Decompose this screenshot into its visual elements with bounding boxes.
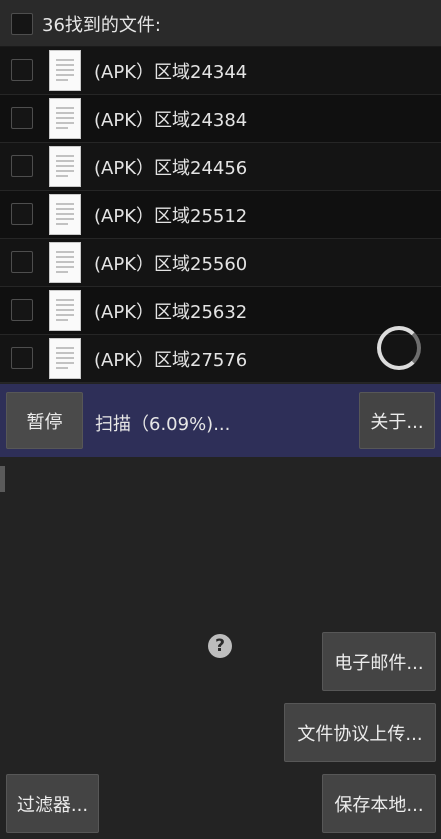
document-icon — [49, 194, 81, 235]
file-checkbox[interactable] — [11, 299, 33, 321]
file-name: (APK）区域25632 — [94, 302, 248, 323]
document-icon — [49, 290, 81, 331]
file-row[interactable]: (APK）区域24344 — [0, 47, 441, 95]
save-local-button[interactable]: 保存本地... — [322, 774, 436, 833]
file-checkbox[interactable] — [11, 251, 33, 273]
file-name: (APK）区域27576 — [94, 350, 248, 371]
file-list: (APK）区域24344 (APK）区域24384 (APK）区域24456 (… — [0, 47, 441, 383]
file-name: (APK）区域24456 — [94, 158, 248, 179]
results-count-title: 36找到的文件: — [42, 15, 161, 36]
document-icon — [49, 98, 81, 139]
scan-progress-text: 扫描（6.09%)... — [95, 414, 231, 435]
file-name: (APK）区域24344 — [94, 62, 248, 83]
results-header: 36找到的文件: — [0, 0, 441, 47]
file-checkbox[interactable] — [11, 203, 33, 225]
file-checkbox[interactable] — [11, 107, 33, 129]
file-row[interactable]: (APK）区域24384 — [0, 95, 441, 143]
ftp-upload-button[interactable]: 文件协议上传... — [284, 703, 436, 762]
document-icon — [49, 338, 81, 379]
filter-button[interactable]: 过滤器... — [6, 774, 99, 833]
file-name: (APK）区域24384 — [94, 110, 248, 131]
email-button[interactable]: 电子邮件... — [322, 632, 436, 691]
file-name: (APK）区域25560 — [94, 254, 248, 275]
file-name: (APK）区域25512 — [94, 206, 248, 227]
file-row[interactable]: (APK）区域27576 — [0, 335, 441, 383]
document-icon — [49, 242, 81, 283]
about-button[interactable]: 关于... — [359, 392, 435, 449]
file-row[interactable]: (APK）区域24456 — [0, 143, 441, 191]
loading-spinner-icon — [377, 326, 421, 370]
file-checkbox[interactable] — [11, 347, 33, 369]
file-row[interactable]: (APK）区域25560 — [0, 239, 441, 287]
file-checkbox[interactable] — [11, 59, 33, 81]
document-icon — [49, 146, 81, 187]
file-checkbox[interactable] — [11, 155, 33, 177]
scroll-handle[interactable] — [0, 466, 5, 492]
pause-button[interactable]: 暂停 — [6, 392, 83, 449]
file-row[interactable]: (APK）区域25632 — [0, 287, 441, 335]
file-row[interactable]: (APK）区域25512 — [0, 191, 441, 239]
help-icon[interactable]: ? — [208, 634, 232, 658]
select-all-checkbox[interactable] — [11, 13, 33, 35]
document-icon — [49, 50, 81, 91]
